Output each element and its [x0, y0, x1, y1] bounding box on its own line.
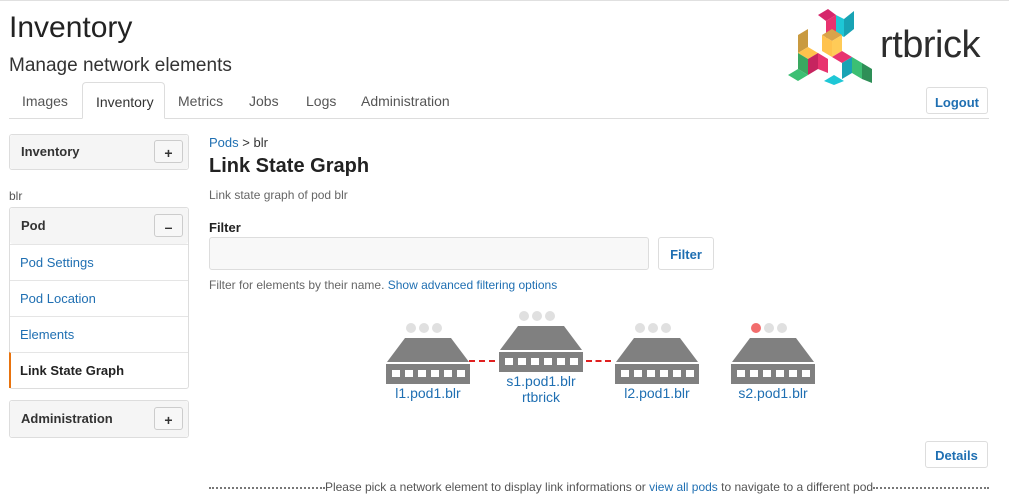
inventory-panel-header: Inventory +: [10, 135, 188, 169]
status-light: [432, 323, 442, 333]
rtbrick-logo: rtbrick: [788, 7, 988, 85]
graph-node[interactable]: s1.pod1.blr rtbrick: [496, 309, 586, 405]
graph-node[interactable]: s2.pod1.blr: [728, 321, 818, 401]
page-title: Inventory: [9, 11, 133, 44]
graph-node[interactable]: l2.pod1.blr: [612, 321, 702, 401]
advanced-filter-link[interactable]: Show advanced filtering options: [388, 278, 557, 292]
tab-jobs[interactable]: Jobs: [236, 82, 293, 118]
logout-button[interactable]: Logout: [926, 87, 988, 114]
sidebar-item-pod-location[interactable]: Pod Location: [10, 280, 188, 316]
footer-text-before: Please pick a network element to display…: [324, 480, 646, 494]
breadcrumb-current: blr: [253, 135, 268, 150]
status-light: [661, 323, 671, 333]
filter-help: Filter for elements by their name. Show …: [209, 278, 557, 292]
graph-link-s1-l2[interactable]: [586, 360, 611, 362]
sidebar-item-link-state-graph[interactable]: Link State Graph: [9, 352, 188, 388]
sidebar-item-pod-settings[interactable]: Pod Settings: [10, 244, 188, 280]
logo-text: rtbrick: [880, 24, 980, 66]
pod-name-label: blr: [9, 189, 23, 203]
status-light: [648, 323, 658, 333]
page-subtitle: Manage network elements: [9, 55, 232, 76]
status-light: [635, 323, 645, 333]
filter-help-text: Filter for elements by their name.: [209, 278, 385, 292]
tab-metrics[interactable]: Metrics: [165, 82, 236, 118]
node-name[interactable]: l2.pod1.blr: [612, 385, 702, 401]
breadcrumb-pods-link[interactable]: Pods: [209, 135, 239, 150]
node-name[interactable]: s2.pod1.blr: [728, 385, 818, 401]
view-all-pods-link[interactable]: view all pods: [649, 480, 718, 494]
status-light: [764, 323, 774, 333]
dotted-divider-left: [209, 487, 325, 489]
logo-cubes-icon: [788, 9, 872, 85]
footer-text-after: to navigate to a different pod: [721, 480, 874, 494]
inventory-expand-button[interactable]: +: [154, 140, 183, 163]
filter-input[interactable]: [209, 237, 649, 270]
status-light: [406, 323, 416, 333]
filter-button[interactable]: Filter: [658, 237, 714, 270]
node-name[interactable]: s1.pod1.blr: [496, 373, 586, 389]
tab-inventory[interactable]: Inventory: [82, 82, 165, 119]
status-light: [532, 311, 542, 321]
administration-panel: Administration +: [9, 400, 189, 438]
section-description: Link state graph of pod blr: [209, 188, 348, 202]
sidebar-item-elements[interactable]: Elements: [10, 316, 188, 352]
pod-panel-title: Pod: [21, 218, 46, 233]
pod-panel: Pod – Pod Settings Pod Location Elements…: [9, 207, 189, 389]
filter-label: Filter: [209, 220, 241, 235]
status-light: [519, 311, 529, 321]
tab-images[interactable]: Images: [9, 82, 82, 118]
main-tabs: Images Inventory Metrics Jobs Logs Admin…: [9, 82, 989, 119]
dotted-divider-right: [873, 487, 989, 489]
section-title: Link State Graph: [209, 155, 370, 177]
node-name[interactable]: l1.pod1.blr: [383, 385, 473, 401]
inventory-panel-title: Inventory: [21, 144, 80, 159]
inventory-panel: Inventory +: [9, 134, 189, 170]
status-light-alert: [751, 323, 761, 333]
node-sublabel[interactable]: rtbrick: [496, 389, 586, 405]
breadcrumb: Pods > blr: [209, 135, 268, 150]
pod-panel-header: Pod –: [10, 208, 188, 244]
administration-panel-title: Administration: [21, 411, 113, 426]
footer-message: Please pick a network element to display…: [209, 480, 989, 494]
tab-logs[interactable]: Logs: [293, 82, 348, 118]
graph-node[interactable]: l1.pod1.blr: [383, 321, 473, 401]
administration-panel-header: Administration +: [10, 401, 188, 437]
switch-icon: [731, 323, 815, 384]
details-button[interactable]: Details: [925, 441, 988, 468]
switch-icon: [615, 323, 699, 384]
status-light: [777, 323, 787, 333]
status-light: [545, 311, 555, 321]
switch-icon: [386, 323, 470, 384]
switch-icon: [499, 311, 583, 372]
breadcrumb-separator: >: [242, 135, 250, 150]
administration-expand-button[interactable]: +: [154, 407, 183, 430]
status-light: [419, 323, 429, 333]
pod-collapse-button[interactable]: –: [154, 214, 183, 237]
tab-administration[interactable]: Administration: [348, 82, 463, 118]
